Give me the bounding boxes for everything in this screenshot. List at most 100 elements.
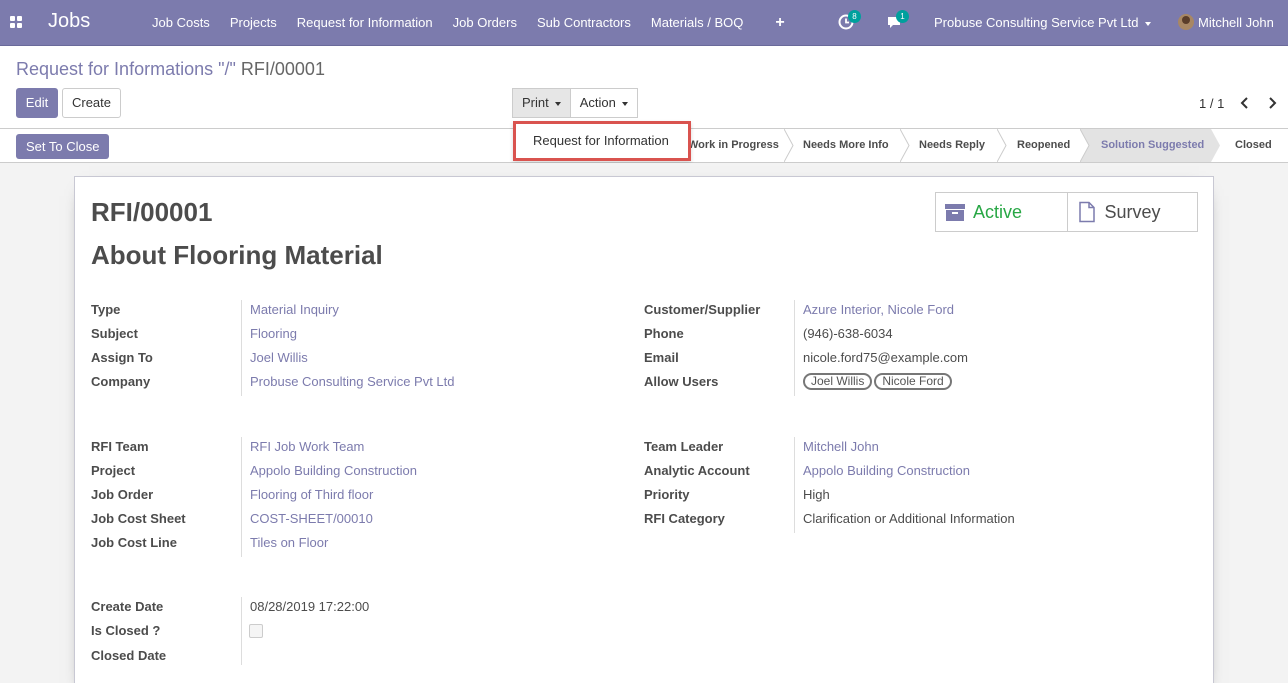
pager-next-icon[interactable] [1265, 95, 1279, 111]
menu-job-orders[interactable]: Job Orders [443, 0, 527, 46]
stage-separator [997, 129, 1007, 162]
user-tag[interactable]: Nicole Ford [874, 373, 952, 390]
subject-label: Subject [91, 326, 138, 341]
email-value: nicole.ford75@example.com [803, 350, 968, 365]
stage-needs-more-info[interactable]: Needs More Info [803, 129, 889, 162]
app-title[interactable]: Jobs [48, 10, 90, 33]
rfi-category-label: RFI Category [644, 511, 725, 526]
phone-value: (946)-638-6034 [803, 326, 893, 341]
main-menu: Job Costs Projects Request for Informati… [142, 0, 807, 46]
menu-job-costs[interactable]: Job Costs [142, 0, 220, 46]
print-dropdown-button[interactable]: Print [512, 88, 571, 118]
priority-value: High [803, 487, 830, 502]
company-label: Company [91, 374, 151, 389]
field-divider [794, 300, 795, 396]
phone-label: Phone [644, 326, 684, 341]
stage-reopened[interactable]: Reopened [1017, 129, 1070, 162]
print-dropdown-menu: Request for Information [513, 121, 691, 161]
print-request-for-information-item[interactable]: Request for Information [533, 133, 669, 148]
customer-supplier-value[interactable]: Azure Interior, Nicole Ford [803, 302, 954, 317]
create-date-value: 08/28/2019 17:22:00 [250, 599, 370, 614]
archive-icon [945, 204, 965, 221]
menu-sub-contractors[interactable]: Sub Contractors [527, 0, 641, 46]
stage-separator [784, 129, 794, 162]
job-cost-line-label: Job Cost Line [91, 535, 177, 550]
print-label: Print [522, 95, 549, 110]
chevron-down-icon [554, 101, 561, 106]
top-navbar: Jobs Job Costs Projects Request for Info… [0, 0, 1288, 46]
action-dropdown-button[interactable]: Action [570, 88, 638, 118]
company-switcher[interactable]: Probuse Consulting Service Pvt Ltd [934, 15, 1151, 30]
breadcrumb: Request for Informations "/" RFI/00001 [16, 59, 325, 80]
rfi-team-value[interactable]: RFI Job Work Team [250, 439, 364, 454]
company-value[interactable]: Probuse Consulting Service Pvt Ltd [250, 374, 455, 389]
allow-users-tags: Joel Willis Nicole Ford [803, 373, 954, 390]
survey-button[interactable]: Survey [1066, 193, 1198, 231]
stage-solution-suggested[interactable]: Solution Suggested [1080, 129, 1211, 162]
closed-date-label: Closed Date [91, 648, 167, 663]
field-divider [241, 597, 242, 665]
subject-value[interactable]: Flooring [250, 326, 297, 341]
action-label: Action [579, 95, 616, 110]
analytic-account-value[interactable]: Appolo Building Construction [803, 463, 970, 478]
type-label: Type [91, 302, 121, 317]
create-date-label: Create Date [91, 599, 164, 614]
pager-value[interactable]: 1 / 1 [1199, 96, 1224, 111]
message-count-badge: 1 [896, 10, 909, 23]
create-button[interactable]: Create [62, 88, 121, 118]
activity-count-badge: 8 [848, 10, 861, 23]
breadcrumb-current: RFI/00001 [240, 59, 325, 79]
is-closed-label: Is Closed ? [91, 623, 161, 638]
apps-menu-icon[interactable] [10, 16, 22, 28]
analytic-account-label: Analytic Account [644, 463, 750, 478]
assign-to-value[interactable]: Joel Willis [250, 350, 308, 365]
user-tag[interactable]: Joel Willis [803, 373, 873, 390]
toolbar-dropdowns: Print Action [512, 88, 638, 118]
menu-projects[interactable]: Projects [220, 0, 287, 46]
chevron-down-icon [621, 101, 628, 106]
stage-separator [900, 129, 910, 162]
rfi-reference: RFI/00001 [91, 197, 213, 227]
smart-buttons: Active Survey [935, 192, 1198, 232]
field-divider [241, 437, 242, 557]
email-label: Email [644, 350, 679, 365]
is-closed-checkbox[interactable] [249, 624, 263, 638]
field-divider [794, 437, 795, 533]
user-avatar[interactable] [1178, 14, 1194, 30]
active-label: Active [973, 202, 1023, 222]
job-order-value[interactable]: Flooring of Third floor [250, 487, 373, 502]
rfi-subject-title: About Flooring Material [91, 240, 383, 270]
menu-materials-boq[interactable]: Materials / BOQ [641, 0, 753, 46]
file-icon [1078, 201, 1095, 223]
company-name: Probuse Consulting Service Pvt Ltd [934, 15, 1139, 30]
pager-previous-icon[interactable] [1238, 95, 1252, 111]
job-cost-sheet-value[interactable]: COST-SHEET/00010 [250, 511, 373, 526]
breadcrumb-parent-link[interactable]: Request for Informations "/" [16, 59, 236, 79]
project-value[interactable]: Appolo Building Construction [250, 463, 417, 478]
messaging-chat-icon[interactable]: 1 [886, 10, 909, 30]
active-toggle-button[interactable]: Active [936, 193, 1067, 231]
stage-closed[interactable]: Closed [1235, 129, 1272, 162]
activity-clock-icon[interactable]: 8 [838, 10, 861, 30]
rfi-team-label: RFI Team [91, 439, 149, 454]
allow-users-label: Allow Users [644, 374, 719, 389]
set-to-close-button[interactable]: Set To Close [16, 134, 110, 159]
stage-work-in-progress[interactable]: Work in Progress [688, 129, 779, 162]
assign-to-label: Assign To [91, 350, 153, 365]
job-cost-sheet-label: Job Cost Sheet [91, 511, 186, 526]
customer-supplier-label: Customer/Supplier [644, 302, 761, 317]
project-label: Project [91, 463, 136, 478]
job-cost-line-value[interactable]: Tiles on Floor [250, 535, 328, 550]
menu-more-plus-icon[interactable]: + [753, 0, 806, 46]
stage-separator [1080, 129, 1090, 162]
type-value[interactable]: Material Inquiry [250, 302, 339, 317]
stage-separator [1211, 129, 1220, 162]
user-menu[interactable]: Mitchell John [1198, 15, 1274, 30]
edit-button[interactable]: Edit [16, 88, 58, 118]
stage-needs-reply[interactable]: Needs Reply [919, 129, 985, 162]
rfi-category-value: Clarification or Additional Information [803, 511, 1015, 526]
job-order-label: Job Order [91, 487, 154, 502]
menu-request-for-information[interactable]: Request for Information [287, 0, 443, 46]
team-leader-value[interactable]: Mitchell John [803, 439, 879, 454]
chevron-down-icon [1144, 21, 1151, 26]
